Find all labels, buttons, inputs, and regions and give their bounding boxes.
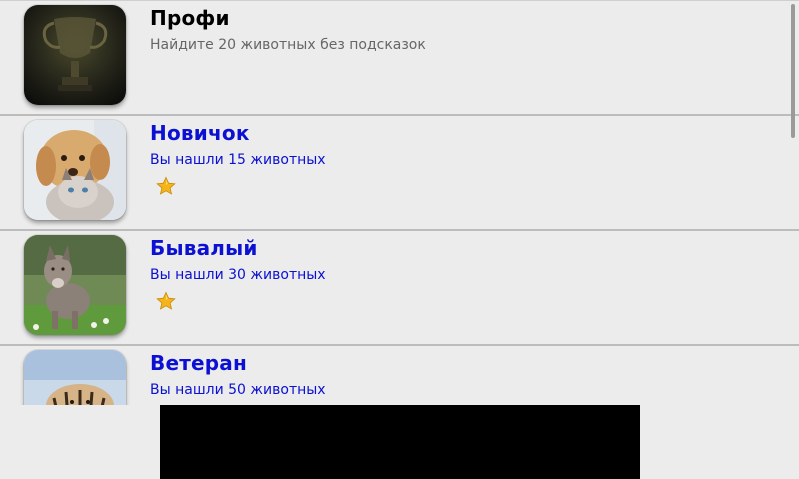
ad-banner[interactable] — [160, 405, 640, 479]
list-item-level-veteran[interactable]: Ветеран Вы нашли 50 животных — [0, 346, 799, 405]
level-title: Бывалый — [150, 236, 258, 260]
list-item-level-profi[interactable]: Профи Найдите 20 животных без подсказок — [0, 1, 799, 116]
puppy-kitten-image — [24, 120, 126, 220]
level-subtitle: Вы нашли 30 животных — [150, 267, 326, 283]
tiger-image — [24, 350, 126, 405]
scrollbar[interactable] — [791, 4, 795, 138]
star-icon — [156, 176, 176, 196]
star-icon — [156, 291, 176, 311]
wolf-image — [24, 235, 126, 335]
level-title: Профи — [150, 6, 230, 30]
level-subtitle: Вы нашли 15 животных — [150, 152, 326, 168]
list-item-level-byvaly[interactable]: Бывалый Вы нашли 30 животных — [0, 231, 799, 346]
level-subtitle: Вы нашли 50 животных — [150, 382, 326, 398]
trophy-image — [24, 5, 126, 105]
level-title: Новичок — [150, 121, 250, 145]
level-title: Ветеран — [150, 351, 247, 375]
levels-list: Профи Найдите 20 животных без подсказок — [0, 0, 799, 405]
list-item-level-novichok[interactable]: Новичок Вы нашли 15 животных — [0, 116, 799, 231]
level-subtitle: Найдите 20 животных без подсказок — [150, 37, 426, 53]
